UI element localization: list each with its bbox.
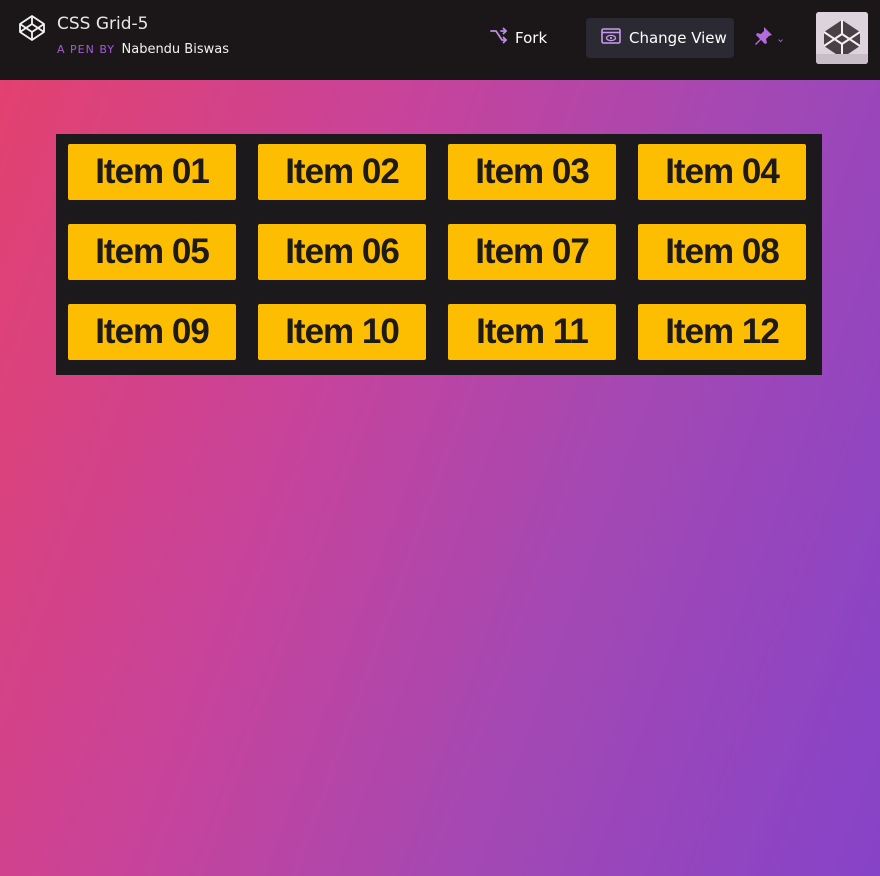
user-avatar[interactable] (816, 12, 868, 64)
grid-item: Item 07 (448, 224, 616, 280)
grid-item: Item 10 (258, 304, 426, 360)
fork-icon (488, 26, 508, 50)
codepen-header: CSS Grid-5 A PEN BY Nabendu Biswas Fork (0, 0, 880, 80)
grid-item: Item 12 (638, 304, 806, 360)
view-icon (601, 28, 621, 48)
grid-item: Item 03 (448, 144, 616, 200)
grid-container: Item 01 Item 02 Item 03 Item 04 Item 05 … (56, 134, 822, 375)
author-link[interactable]: Nabendu Biswas (122, 42, 229, 57)
change-view-button[interactable]: Change View (586, 18, 734, 58)
grid-item: Item 06 (258, 224, 426, 280)
chevron-down-icon: ⌄ (776, 32, 786, 45)
pen-byline: A PEN BY Nabendu Biswas (57, 42, 229, 57)
grid-item: Item 01 (68, 144, 236, 200)
pen-title[interactable]: CSS Grid-5 (57, 14, 148, 34)
grid-item: Item 02 (258, 144, 426, 200)
fork-button[interactable]: Fork (488, 24, 554, 52)
pin-icon (752, 25, 774, 52)
byline-prefix: A PEN BY (57, 43, 115, 56)
grid-item: Item 11 (448, 304, 616, 360)
change-view-label: Change View (629, 29, 727, 47)
pen-preview: Item 01 Item 02 Item 03 Item 04 Item 05 … (0, 80, 880, 876)
header-top-edge (0, 0, 880, 3)
codepen-logo-icon[interactable] (18, 14, 46, 42)
grid-item: Item 04 (638, 144, 806, 200)
grid-item: Item 09 (68, 304, 236, 360)
pin-button[interactable]: ⌄ (752, 24, 790, 52)
fork-label: Fork (515, 29, 548, 47)
grid-item: Item 05 (68, 224, 236, 280)
grid-item: Item 08 (638, 224, 806, 280)
